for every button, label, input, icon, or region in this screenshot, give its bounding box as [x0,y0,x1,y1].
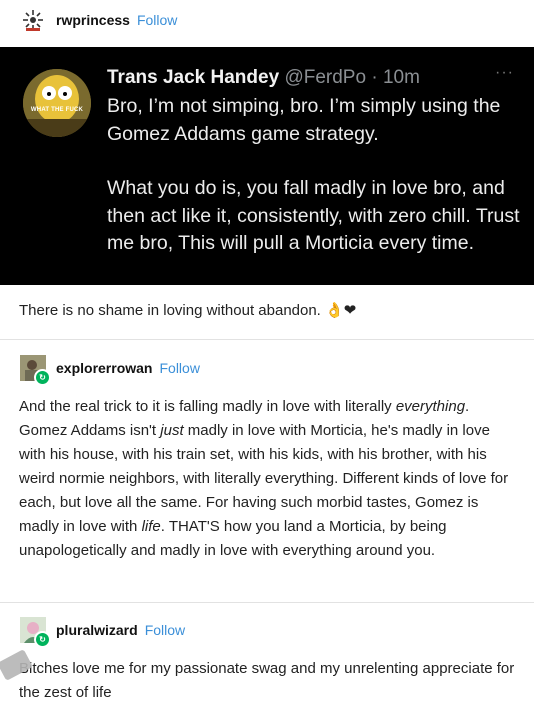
sparkle-avatar-icon [23,10,43,31]
post-body: Bitches love me for my passionate swag a… [19,660,515,701]
username[interactable]: rwprincess [56,12,130,28]
tweet-screenshot: WHAT THE FUCK Trans Jack Handey @FerdPo … [0,47,534,285]
body-emphasis: just [160,422,184,439]
tweet-display-name: Trans Jack Handey [107,67,280,88]
tweet-header: Trans Jack Handey @FerdPo · 10m [107,67,420,88]
cartoon-face-icon [23,69,91,137]
username[interactable]: explorerrowan [56,360,152,376]
divider [0,602,534,603]
avatar[interactable]: ↻ [20,355,51,386]
tweet-paragraph: Bro, I’m not simping, bro. I’m simply us… [107,95,501,145]
body-emphasis: life [141,518,161,535]
tweet-body: Bro, I’m not simping, bro. I’m simply us… [107,93,527,258]
post-header-pluralwizard: ↻ pluralwizard Follow [20,617,185,648]
avatar[interactable] [20,7,46,33]
body-emphasis: everything [395,398,466,415]
post-header-rwprincess: rwprincess Follow [20,7,177,33]
reblog-badge-icon: ↻ [34,369,51,386]
more-options-icon: ··· [495,64,514,81]
divider [0,339,534,340]
post-header-explorerrowan: ↻ explorerrowan Follow [20,355,200,386]
tweet-avatar: WHAT THE FUCK [23,69,91,137]
tweet-handle: @FerdPo [284,67,367,88]
avatar[interactable]: ↻ [20,617,51,648]
reblog-badge-icon: ↻ [34,631,51,648]
post-caption: There is no shame in loving without aban… [19,302,357,319]
body-text: And the real trick to it is falling madl… [19,398,396,415]
avatar-caption: WHAT THE FUCK [30,107,84,113]
follow-button[interactable]: Follow [137,12,177,28]
tweet-time: 10m [382,67,420,88]
follow-button[interactable]: Follow [159,360,199,376]
tweet-paragraph: What you do is, you fall madly in love b… [107,177,520,254]
username[interactable]: pluralwizard [56,622,138,638]
follow-button[interactable]: Follow [145,622,185,638]
post-body: And the real trick to it is falling madl… [19,395,519,563]
